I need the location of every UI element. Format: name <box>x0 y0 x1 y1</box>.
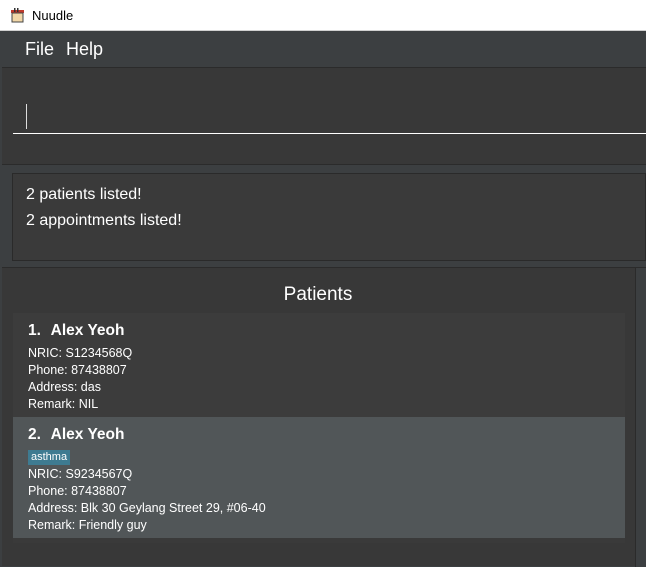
patient-nric: NRIC: S1234568Q <box>28 346 133 360</box>
result-line: 2 patients listed! <box>26 186 142 203</box>
patient-address: Address: Blk 30 Geylang Street 29, #06-4… <box>28 501 266 515</box>
command-box-panel <box>2 67 646 165</box>
patient-name-row: 2. Alex Yeoh <box>28 426 625 446</box>
patient-phone: Phone: 87438807 <box>28 363 127 377</box>
patient-address: Address: das <box>28 380 101 394</box>
command-input[interactable] <box>13 97 646 134</box>
text-caret <box>26 104 27 129</box>
patient-list-title: Patients <box>283 284 353 305</box>
patient-card-selected[interactable]: 2. Alex Yeoh asthma NRIC: S9234567Q Phon… <box>13 417 625 538</box>
patient-name-row: 1. Alex Yeoh <box>28 322 625 342</box>
patient-name: Alex Yeoh <box>50 426 125 443</box>
result-line: 2 appointments listed! <box>26 212 182 229</box>
menu-help[interactable]: Help <box>66 39 103 60</box>
result-display: 2 patients listed! 2 appointments listed… <box>12 173 646 261</box>
patient-nric: NRIC: S9234567Q <box>28 467 133 481</box>
window-title: Nuudle <box>32 7 74 23</box>
menu-file[interactable]: File <box>25 39 54 60</box>
patient-remark: Remark: Friendly guy <box>28 518 147 532</box>
nuudle-app-icon <box>8 6 26 24</box>
list-scrollbar[interactable] <box>635 268 646 567</box>
patient-list-panel: Patients 1. Alex Yeoh NRIC: S1234568Q Ph… <box>2 267 646 567</box>
patient-remark: Remark: NIL <box>28 397 99 411</box>
patient-phone: Phone: 87438807 <box>28 484 127 498</box>
title-bar: Nuudle <box>0 0 646 31</box>
patient-tag: asthma <box>28 450 71 465</box>
menu-bar: File Help <box>0 31 646 67</box>
patient-name: Alex Yeoh <box>50 322 125 339</box>
patient-index: 2. <box>28 426 41 443</box>
patient-index: 1. <box>28 322 41 339</box>
patient-card[interactable]: 1. Alex Yeoh NRIC: S1234568Q Phone: 8743… <box>13 313 625 417</box>
